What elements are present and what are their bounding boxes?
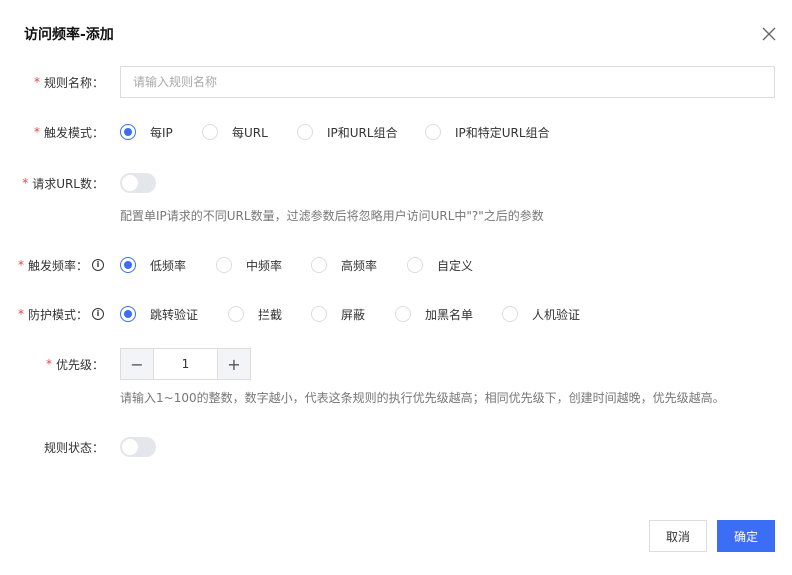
radio-redirect-verify[interactable]: 跳转验证 xyxy=(120,306,228,323)
radio-per-url[interactable]: 每URL xyxy=(202,124,297,141)
url-count-help: 配置单IP请求的不同URL数量，过滤参数后将忽略用户访问URL中"?"之后的参数 xyxy=(120,209,544,223)
priority-stepper[interactable]: − 1 + xyxy=(120,348,251,380)
protect-mode-label: * 防护模式： i xyxy=(18,306,104,323)
radio-ip-url[interactable]: IP和URL组合 xyxy=(297,124,425,141)
dialog-title: 访问频率-添加 xyxy=(24,27,114,43)
info-icon[interactable]: i xyxy=(92,259,104,271)
radio-ip-specific-url[interactable]: IP和特定URL组合 xyxy=(425,124,550,141)
radio-block[interactable]: 屏蔽 xyxy=(311,306,395,323)
name-label: * 规则名称： xyxy=(33,75,104,90)
rule-name-input[interactable] xyxy=(120,66,775,98)
confirm-button[interactable]: 确定 xyxy=(717,520,775,552)
priority-help: 请输入1~100的整数，数字越小，代表这条规则的执行优先级越高；相同优先级下，创… xyxy=(120,391,725,405)
status-toggle[interactable] xyxy=(120,437,156,457)
trigger-mode-label: * 触发模式： xyxy=(33,125,104,140)
radio-per-ip[interactable]: 每IP xyxy=(120,124,202,141)
url-count-toggle[interactable] xyxy=(120,173,156,193)
info-icon[interactable]: i xyxy=(92,308,104,320)
priority-value[interactable]: 1 xyxy=(153,349,218,379)
radio-captcha[interactable]: 人机验证 xyxy=(502,306,580,323)
radio-high[interactable]: 高频率 xyxy=(311,257,407,274)
radio-intercept[interactable]: 拦截 xyxy=(228,306,311,323)
close-icon[interactable] xyxy=(760,25,778,43)
increment-button[interactable]: + xyxy=(218,349,250,379)
radio-mid[interactable]: 中频率 xyxy=(216,257,311,274)
status-label: 规则状态： xyxy=(43,440,104,455)
cancel-button[interactable]: 取消 xyxy=(649,520,707,552)
trigger-freq-label: * 触发频率： i xyxy=(18,257,104,274)
radio-custom[interactable]: 自定义 xyxy=(407,257,473,274)
url-count-label: * 请求URL数： xyxy=(22,176,104,191)
decrement-button[interactable]: − xyxy=(121,349,153,379)
priority-label: * 优先级： xyxy=(45,357,104,372)
radio-blacklist[interactable]: 加黑名单 xyxy=(395,306,502,323)
radio-low[interactable]: 低频率 xyxy=(120,257,216,274)
